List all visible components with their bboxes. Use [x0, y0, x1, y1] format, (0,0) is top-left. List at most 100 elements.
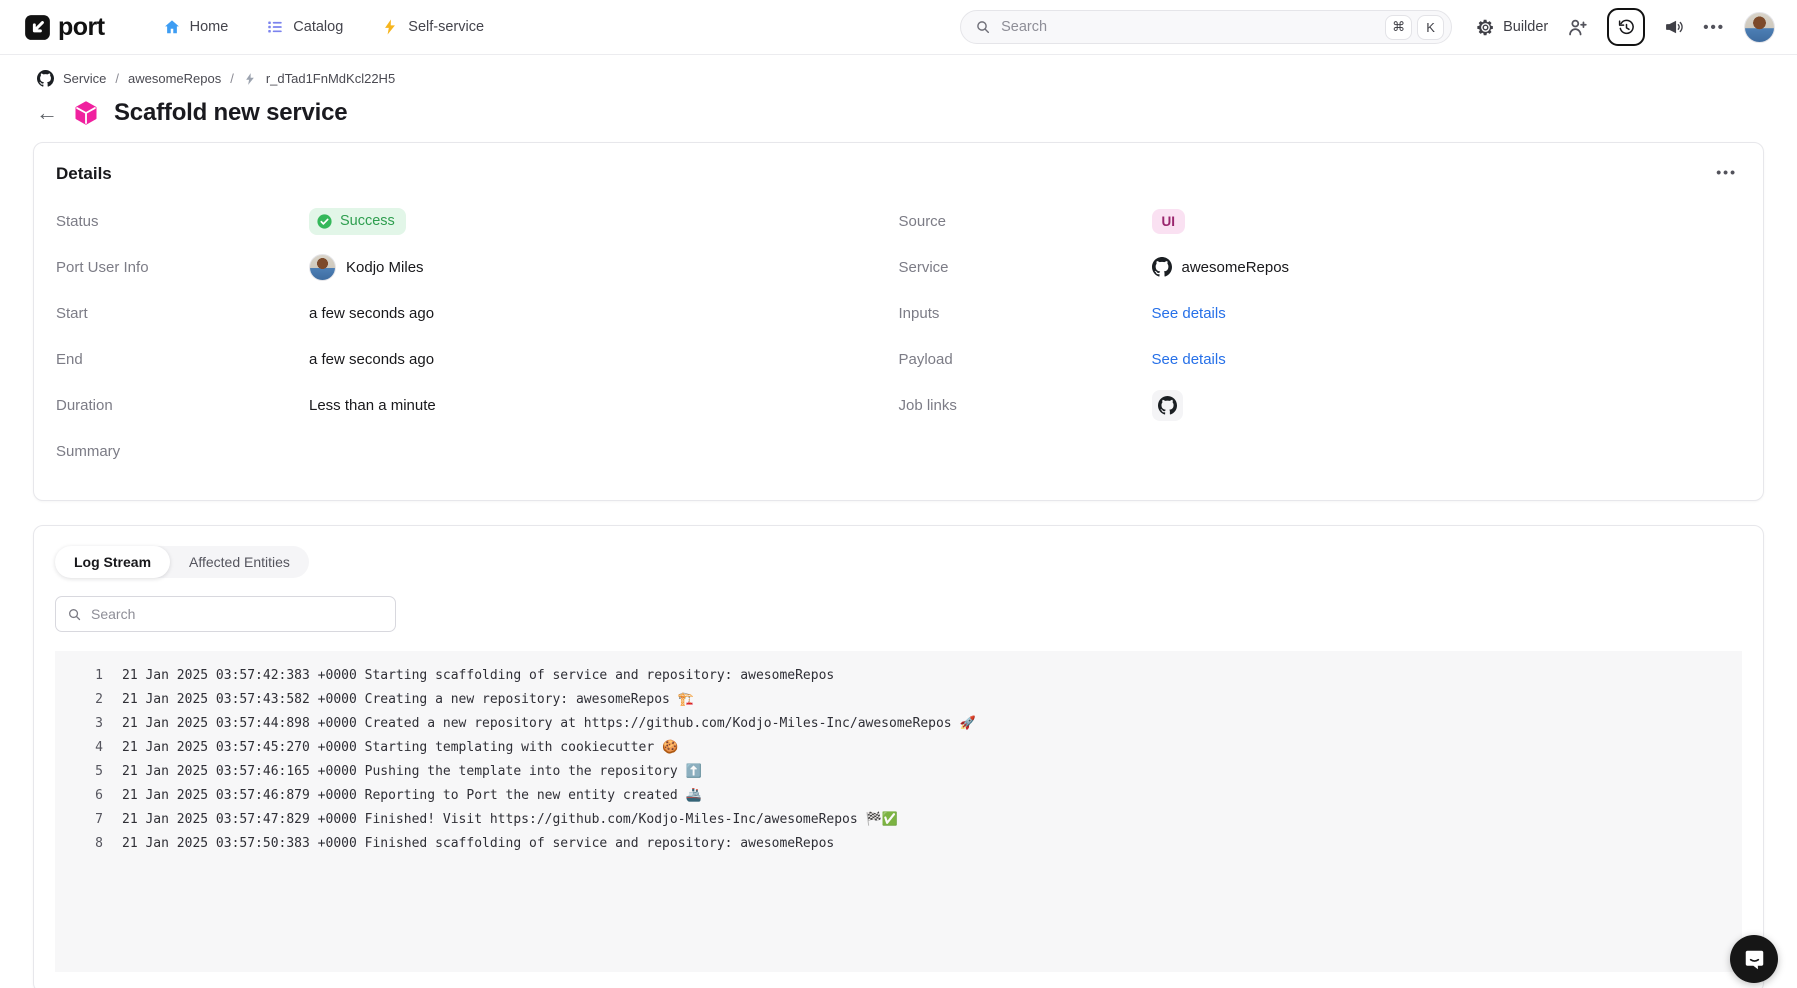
log-line-text: 21 Jan 2025 03:57:50:383 +0000 Finished … — [122, 836, 834, 851]
log-line-number: 1 — [55, 668, 103, 683]
nav-item-self-service[interactable]: Self-service — [381, 18, 484, 36]
github-icon — [1158, 396, 1177, 415]
detail-label: Duration — [56, 397, 309, 414]
log-line-text: 21 Jan 2025 03:57:45:270 +0000 Starting … — [122, 740, 678, 755]
port-logo[interactable]: port — [24, 13, 105, 42]
status-text: Success — [340, 213, 395, 229]
details-left-column: Status Success Port User Info Kodjo Mile… — [56, 198, 899, 474]
log-line: 521 Jan 2025 03:57:46:165 +0000 Pushing … — [55, 759, 1742, 783]
log-line: 6 21 Jan 2025 03:57:46:879 +0000 Reportin… — [55, 783, 1742, 807]
payload-see-details-link[interactable]: See details — [1152, 351, 1226, 368]
details-header: Details ••• — [56, 164, 1741, 184]
breadcrumb-run-id[interactable]: r_dTad1FnMdKcl22H5 — [266, 71, 395, 86]
nav-item-label: Self-service — [408, 19, 484, 35]
page-header: ← Scaffold new service — [36, 99, 1797, 127]
more-options-button[interactable]: ••• — [1703, 19, 1725, 36]
log-line-number: 6 — [55, 788, 103, 803]
log-line-text: 21 Jan 2025 03:57:46:879 +0000 Reporting… — [122, 788, 702, 803]
detail-row-job-links: Job links — [899, 382, 1742, 428]
gear-icon — [1476, 18, 1495, 37]
log-line-number: 4 — [55, 740, 103, 755]
log-viewer[interactable]: 1 21 Jan 2025 03:57:42:383 +0000 Starting… — [55, 651, 1742, 972]
page-title: Scaffold new service — [114, 99, 347, 127]
detail-label: Inputs — [899, 305, 1152, 322]
top-navbar: port Home Catalog Self-service — [0, 0, 1797, 55]
tab-log-stream[interactable]: Log Stream — [55, 546, 170, 578]
details-title: Details — [56, 164, 112, 184]
search-icon — [67, 607, 82, 622]
builder-button[interactable]: Builder — [1476, 18, 1548, 37]
details-grid: Status Success Port User Info Kodjo Mile… — [56, 198, 1741, 474]
tab-affected-entities[interactable]: Affected Entities — [170, 546, 309, 578]
announcements-button[interactable] — [1664, 17, 1684, 37]
cmd-key-chip: ⌘ — [1385, 15, 1412, 40]
log-line-text: 21 Jan 2025 03:57:42:383 +0000 Starting … — [122, 668, 834, 683]
log-line-number: 5 — [55, 764, 103, 779]
search-icon — [975, 19, 991, 35]
github-job-link[interactable] — [1152, 390, 1183, 421]
log-line-number: 3 — [55, 716, 103, 731]
user-name: Kodjo Miles — [346, 259, 424, 276]
detail-row-start: Start a few seconds ago — [56, 290, 899, 336]
github-icon — [1152, 257, 1172, 277]
inputs-see-details-link[interactable]: See details — [1152, 305, 1226, 322]
navbar-actions: Builder — [1476, 8, 1775, 46]
breadcrumb-service[interactable]: Service — [63, 71, 106, 86]
detail-row-summary: Summary — [56, 428, 899, 474]
chat-bubble-icon — [1742, 947, 1767, 972]
k-key-chip: K — [1417, 15, 1444, 40]
detail-label: Source — [899, 213, 1152, 230]
start-time-value: a few seconds ago — [309, 305, 434, 322]
nav-item-label: Home — [190, 19, 229, 35]
detail-label: Status — [56, 213, 309, 230]
end-time-value: a few seconds ago — [309, 351, 434, 368]
breadcrumb-entity[interactable]: awesomeRepos — [128, 71, 221, 86]
user-avatar[interactable] — [1744, 12, 1775, 43]
log-line-number: 2 — [55, 692, 103, 707]
runs-history-button[interactable] — [1607, 8, 1645, 46]
builder-label: Builder — [1503, 19, 1548, 35]
log-line: 3 21 Jan 2025 03:57:44:898 +0000 Created … — [55, 711, 1742, 735]
details-menu-button[interactable]: ••• — [1712, 164, 1741, 180]
detail-label: Service — [899, 259, 1152, 276]
lightning-icon — [381, 18, 399, 36]
breadcrumb-separator: / — [115, 71, 119, 86]
detail-label: Start — [56, 305, 309, 322]
log-search[interactable] — [55, 596, 396, 632]
user-avatar-small — [309, 254, 336, 281]
log-tabs: Log Stream Affected Entities — [55, 546, 309, 578]
detail-row-end: End a few seconds ago — [56, 336, 899, 382]
log-line: 2 21 Jan 2025 03:57:43:582 +0000 Creating… — [55, 687, 1742, 711]
nav-item-catalog[interactable]: Catalog — [266, 18, 343, 36]
invite-user-button[interactable] — [1567, 17, 1588, 38]
nav-item-home[interactable]: Home — [163, 18, 229, 36]
history-icon — [1617, 18, 1636, 37]
log-line: 1 21 Jan 2025 03:57:42:383 +0000 Starting… — [55, 663, 1742, 687]
duration-value: Less than a minute — [309, 397, 436, 414]
log-line-text: 21 Jan 2025 03:57:47:829 +0000 Finished!… — [122, 812, 898, 827]
detail-label: Summary — [56, 443, 309, 460]
action-cube-icon — [73, 100, 99, 126]
log-line: 721 Jan 2025 03:57:47:829 +0000 Finished… — [55, 807, 1742, 831]
home-icon — [163, 18, 181, 36]
source-badge: UI — [1152, 209, 1186, 234]
global-search[interactable]: ⌘ K — [960, 10, 1452, 44]
log-line-text: 21 Jan 2025 03:57:43:582 +0000 Creating … — [122, 692, 694, 707]
details-right-column: Source UI Service awesomeRepos Inputs Se… — [899, 198, 1742, 474]
log-line-text: 21 Jan 2025 03:57:44:898 +0000 Created a… — [122, 716, 976, 731]
detail-row-payload: Payload See details — [899, 336, 1742, 382]
back-button[interactable]: ← — [36, 102, 58, 124]
github-icon — [37, 70, 54, 87]
status-badge: Success — [309, 208, 406, 235]
global-search-input[interactable] — [1001, 19, 1380, 35]
chat-launcher-button[interactable] — [1730, 935, 1778, 983]
log-line: 4 21 Jan 2025 03:57:45:270 +0000 Starting… — [55, 735, 1742, 759]
detail-row-source: Source UI — [899, 198, 1742, 244]
breadcrumb: Service / awesomeRepos / r_dTad1FnMdKcl2… — [37, 70, 1797, 87]
log-line-number: 8 — [55, 836, 103, 851]
detail-row-status: Status Success — [56, 198, 899, 244]
log-search-input[interactable] — [91, 606, 384, 622]
detail-label: Payload — [899, 351, 1152, 368]
port-logo-icon — [24, 14, 51, 41]
breadcrumb-separator: / — [230, 71, 234, 86]
